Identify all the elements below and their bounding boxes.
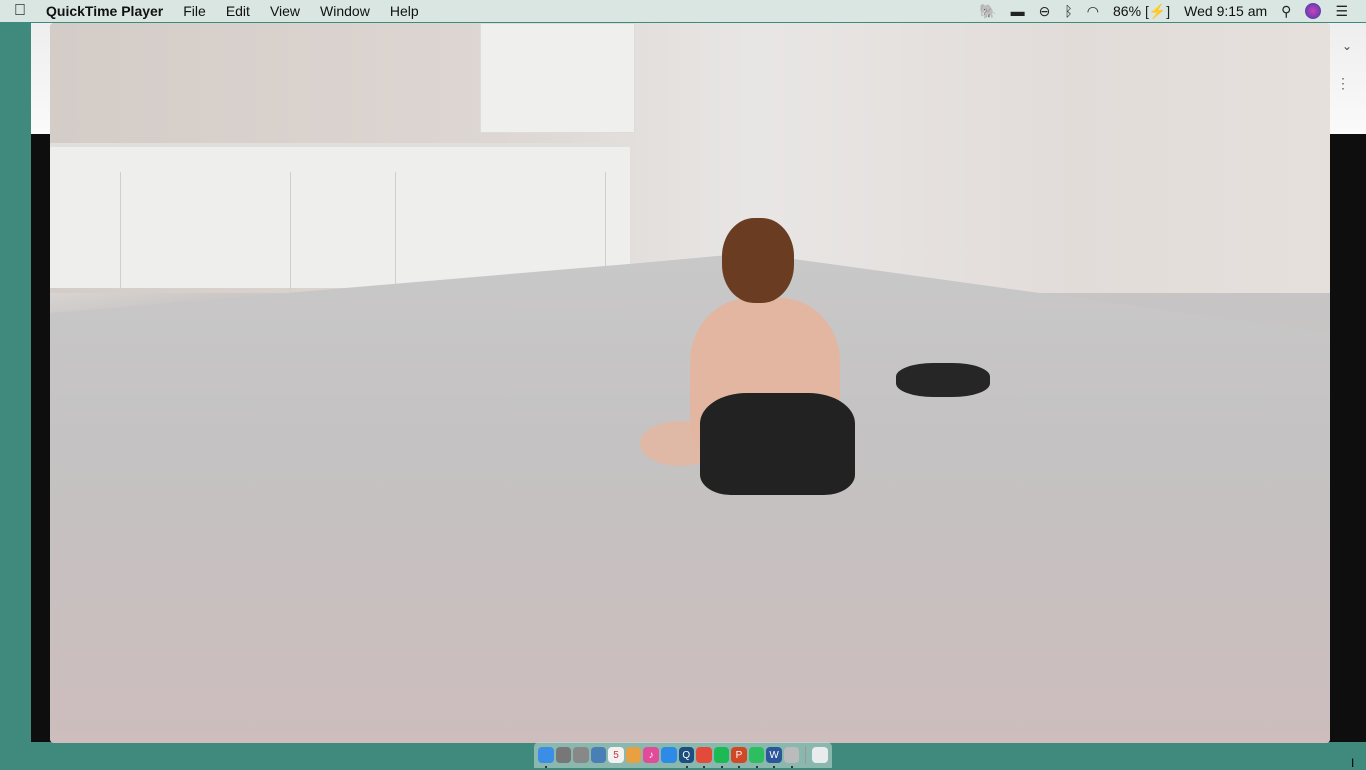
spotlight-search-icon[interactable]: ⚲ xyxy=(1281,3,1291,20)
dock-image-app-icon[interactable] xyxy=(783,747,800,768)
dock-spotify-icon[interactable] xyxy=(713,747,730,768)
dock-preview-icon[interactable] xyxy=(590,747,607,763)
menu-window[interactable]: Window xyxy=(310,3,380,19)
video-person-hair xyxy=(722,218,794,303)
dock-word-icon[interactable]: W xyxy=(766,747,782,768)
notification-center-icon[interactable]: ☰ xyxy=(1335,3,1348,20)
menu-file[interactable]: File xyxy=(173,3,216,19)
menu-bar:  QuickTime Player File Edit View Window… xyxy=(0,0,1366,22)
battery-percent: 86% xyxy=(1113,2,1142,19)
dock-trash-icon[interactable] xyxy=(812,747,828,763)
video-clothes-on-floor xyxy=(896,363,990,397)
menu-help[interactable]: Help xyxy=(380,3,429,19)
apple-menu-icon[interactable]:  xyxy=(14,2,36,20)
dock-chrome-icon[interactable] xyxy=(696,747,712,768)
evernote-icon[interactable]: 🐘 xyxy=(979,3,996,20)
dock: 5 ♪ Q P W xyxy=(534,742,832,768)
sync-icon[interactable]: ⊖ xyxy=(1039,3,1051,20)
siri-icon[interactable] xyxy=(1305,3,1322,19)
video-floor xyxy=(50,253,1330,743)
menu-edit[interactable]: Edit xyxy=(216,3,260,19)
more-options-icon[interactable]: ⋮ xyxy=(1336,75,1350,92)
dock-safari-icon[interactable] xyxy=(660,747,677,763)
drive-icon[interactable]: ▬ xyxy=(1011,3,1025,19)
video-person-shorts xyxy=(700,393,855,495)
dock-finder-icon[interactable] xyxy=(538,747,554,768)
wifi-icon[interactable]: ◠ xyxy=(1087,3,1099,20)
menu-view[interactable]: View xyxy=(260,3,310,19)
dock-system-preferences-icon[interactable] xyxy=(555,747,572,763)
chevron-down-icon[interactable]: ⌄ xyxy=(1342,39,1352,53)
dock-launchpad-icon[interactable] xyxy=(573,747,589,763)
dock-quicktime-icon[interactable]: Q xyxy=(678,747,695,768)
video-door xyxy=(480,23,635,133)
dock-itunes-icon[interactable]: ♪ xyxy=(643,747,659,763)
dock-powerpoint-icon[interactable]: P xyxy=(731,747,747,768)
dock-calendar-icon[interactable]: 5 xyxy=(608,747,624,763)
quicktime-video-frame[interactable] xyxy=(50,23,1330,743)
video-cabinets xyxy=(50,143,630,292)
dock-separator xyxy=(805,746,807,764)
clock[interactable]: Wed 9:15 am xyxy=(1184,3,1267,19)
dock-evernote-icon[interactable] xyxy=(748,747,765,768)
battery-icon[interactable]: [⚡] xyxy=(1145,3,1170,20)
bluetooth-icon[interactable]: ᛒ xyxy=(1064,3,1072,19)
dock-photos-icon[interactable] xyxy=(625,747,642,763)
menu-app-name[interactable]: QuickTime Player xyxy=(36,3,173,19)
